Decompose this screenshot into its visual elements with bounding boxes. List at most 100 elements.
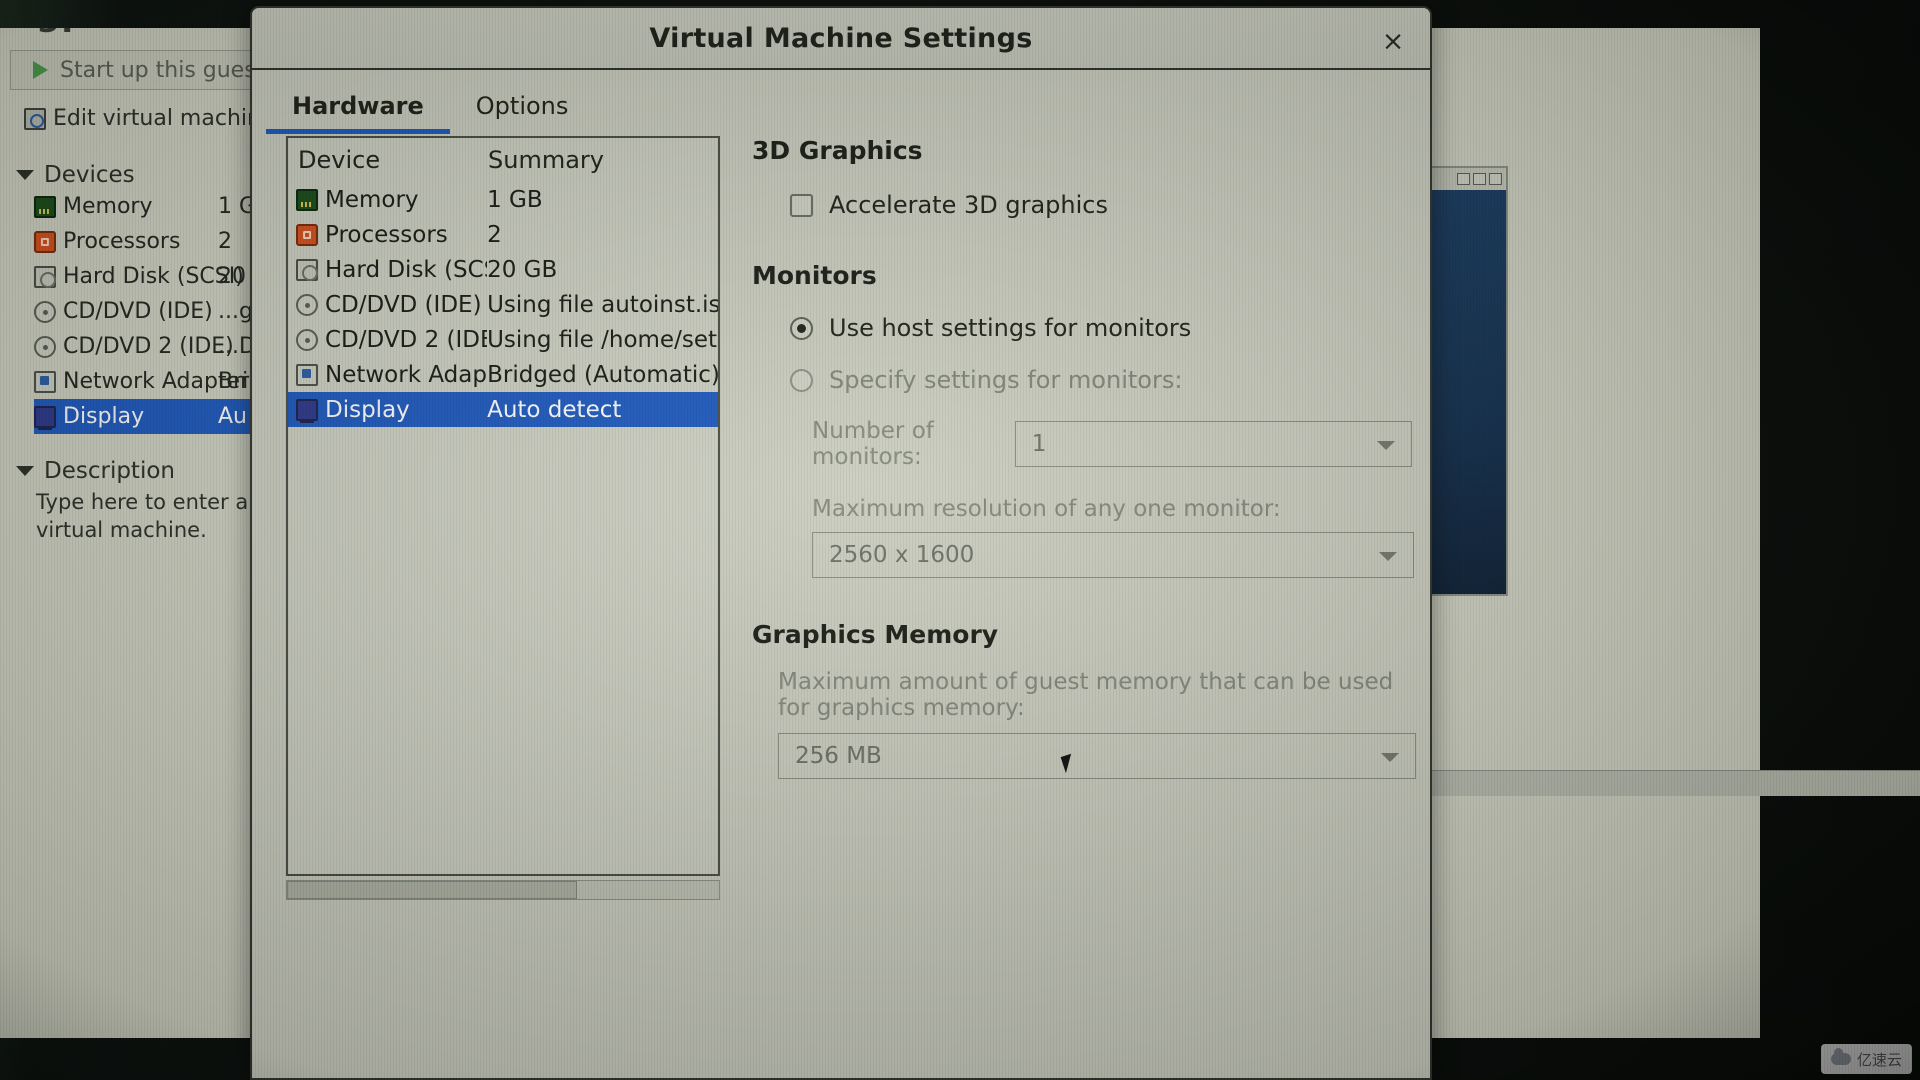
- bg-device-name: Memory: [63, 194, 153, 219]
- minimize-icon[interactable]: [1457, 173, 1470, 185]
- summary-cell: 1 GB: [487, 186, 543, 213]
- bg-device-name: CD/DVD (IDE): [63, 299, 213, 324]
- description-text-line2: virtual machine.: [36, 518, 207, 542]
- table-row[interactable]: Processors 2: [288, 217, 718, 252]
- bg-device-summary-network: Bri: [218, 369, 249, 394]
- table-row[interactable]: Memory 1 GB: [288, 182, 718, 217]
- number-of-monitors-value: 1: [1031, 431, 1047, 457]
- dialog-titlebar: Virtual Machine Settings ×: [252, 8, 1430, 70]
- description-section-label: Description: [44, 458, 175, 484]
- bg-device-summary-harddisk: 20: [218, 264, 246, 289]
- device-label: Hard Disk (SCSI): [325, 256, 487, 283]
- device-label: Display: [325, 396, 410, 423]
- memory-icon: [34, 195, 56, 218]
- bg-device-name: Display: [63, 404, 145, 429]
- device-list-panel: Device Summary Memory 1 GB Processors 2: [286, 136, 720, 876]
- chevron-down-icon: [1379, 552, 1397, 561]
- summary-cell: Bridged (Automatic): [487, 361, 718, 388]
- close-icon[interactable]: ×: [1378, 26, 1408, 56]
- accelerate-3d-graphics-label: Accelerate 3D graphics: [829, 191, 1108, 219]
- play-icon: [33, 61, 48, 79]
- use-host-settings-radio-row[interactable]: Use host settings for monitors: [790, 314, 1412, 342]
- table-row[interactable]: CD/DVD (IDE) Using file autoinst.iso: [288, 287, 718, 322]
- bg-device-summary-cddvd: ...g: [218, 299, 253, 324]
- virtual-machine-settings-dialog: Virtual Machine Settings × Hardware Opti…: [250, 6, 1432, 1080]
- bg-device-name: Processors: [63, 229, 181, 254]
- chevron-down-icon: [1381, 753, 1399, 762]
- specify-settings-radio-row[interactable]: Specify settings for monitors:: [790, 366, 1412, 394]
- maximize-icon[interactable]: [1473, 173, 1486, 185]
- device-cell: Network Adapter: [296, 362, 487, 388]
- group-title-3d-graphics: 3D Graphics: [752, 136, 923, 165]
- table-row[interactable]: Network Adapter Bridged (Automatic): [288, 357, 718, 392]
- bg-device-row-processors[interactable]: Processors: [34, 224, 284, 259]
- number-of-monitors-row: Number of monitors: 1: [812, 418, 1412, 470]
- harddisk-icon: [34, 265, 56, 288]
- guest-window-titlebar: [1430, 168, 1506, 190]
- radio-icon[interactable]: [790, 368, 813, 392]
- memory-icon: [296, 188, 318, 211]
- harddisk-icon: [296, 258, 318, 281]
- bg-device-summary-processors: 2: [218, 229, 232, 254]
- summary-cell: Using file autoinst.iso: [487, 291, 718, 318]
- bg-device-row-harddisk[interactable]: Hard Disk (SCSI): [34, 259, 284, 294]
- specify-settings-label: Specify settings for monitors:: [829, 366, 1183, 394]
- device-list-horizontal-scrollbar[interactable]: [286, 880, 720, 900]
- table-row[interactable]: Hard Disk (SCSI) 20 GB: [288, 252, 718, 287]
- device-cell: Display: [296, 397, 487, 423]
- close-icon[interactable]: [1489, 173, 1502, 185]
- devices-section-header[interactable]: Devices: [16, 162, 135, 188]
- dialog-title: Virtual Machine Settings: [649, 22, 1033, 54]
- bg-device-summary-display: Au: [218, 404, 247, 429]
- column-header-summary: Summary: [488, 146, 604, 174]
- chevron-down-icon: [16, 170, 34, 180]
- summary-cell: 20 GB: [487, 256, 558, 283]
- device-label: CD/DVD (IDE): [325, 291, 482, 318]
- watermark-text: 亿速云: [1856, 1050, 1902, 1069]
- chevron-down-icon: [1377, 441, 1395, 450]
- cpu-icon: [34, 230, 56, 253]
- column-header-device: Device: [298, 146, 381, 174]
- radio-icon[interactable]: [790, 316, 813, 340]
- cloud-icon: [1830, 1048, 1851, 1065]
- devices-section-label: Devices: [44, 162, 135, 188]
- device-label: CD/DVD 2 (IDE): [325, 326, 488, 353]
- max-resolution-value: 2560 x 1600: [829, 542, 975, 568]
- tab-hardware[interactable]: Hardware: [266, 92, 450, 134]
- group-title-monitors: Monitors: [752, 261, 877, 290]
- device-cell: Memory: [296, 187, 487, 213]
- checkbox-icon[interactable]: [790, 193, 813, 217]
- max-resolution-dropdown[interactable]: 2560 x 1600: [812, 532, 1414, 578]
- device-label: Processors: [325, 221, 448, 248]
- cd-icon: [296, 293, 318, 316]
- watermark: 亿速云: [1820, 1044, 1912, 1074]
- number-of-monitors-dropdown[interactable]: 1: [1014, 421, 1412, 467]
- table-row[interactable]: CD/DVD 2 (IDE) Using file /home/setup/Ce…: [288, 322, 718, 357]
- table-row-selected[interactable]: Display Auto detect: [288, 392, 718, 427]
- cd-icon: [34, 335, 56, 358]
- vmware-window-title: gpcd: [36, 28, 133, 34]
- network-icon: [34, 370, 56, 393]
- scrollbar-thumb[interactable]: [287, 881, 577, 899]
- graphics-memory-description: Maximum amount of guest memory that can …: [778, 669, 1394, 721]
- guest-console-window[interactable]: [1428, 166, 1508, 596]
- graphics-memory-dropdown[interactable]: 256 MB: [778, 733, 1416, 779]
- summary-cell: Auto detect: [487, 396, 622, 423]
- description-section-header[interactable]: Description: [16, 458, 175, 484]
- cd-icon: [34, 300, 56, 323]
- device-cell: CD/DVD 2 (IDE): [296, 327, 487, 353]
- accelerate-3d-graphics-checkbox-row[interactable]: Accelerate 3D graphics: [790, 191, 1412, 219]
- tab-options[interactable]: Options: [450, 92, 595, 134]
- bg-device-name: Hard Disk (SCSI): [63, 264, 244, 289]
- bg-device-name: CD/DVD 2 (IDE): [63, 334, 234, 359]
- device-label: Memory: [325, 186, 419, 213]
- summary-cell: Using file /home/setup/Cent: [487, 326, 718, 353]
- device-cell: Processors: [296, 222, 487, 248]
- network-icon: [296, 363, 318, 386]
- number-of-monitors-label: Number of monitors:: [812, 418, 934, 470]
- guest-window-body: [1430, 190, 1506, 594]
- desktop-taskbar-strip: [1428, 770, 1920, 796]
- photographed-screen: gpcd Start up this guest op Edit virtual…: [0, 0, 1920, 1080]
- edit-settings-icon: [24, 107, 46, 130]
- group-title-graphics-memory: Graphics Memory: [752, 620, 999, 649]
